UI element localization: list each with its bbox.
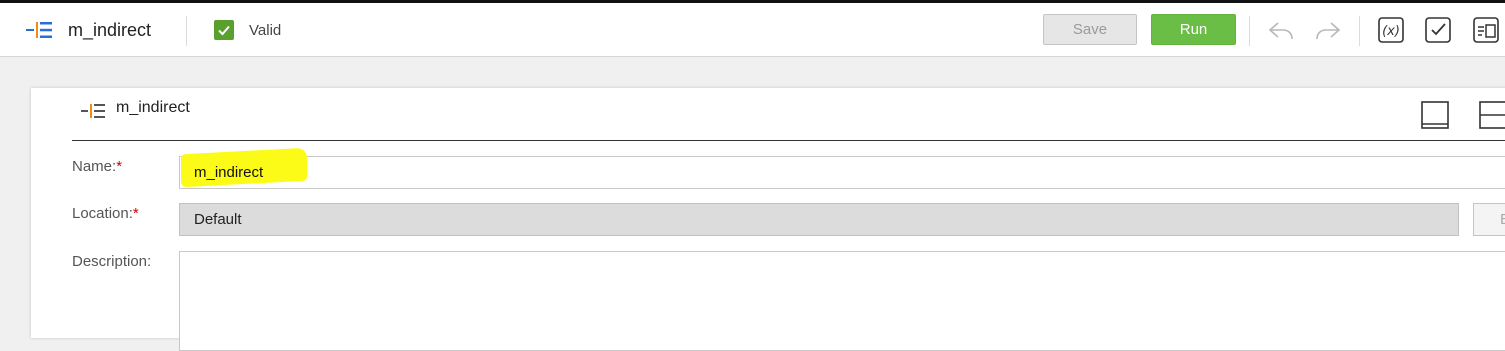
validation-status: Valid [249,22,282,39]
panel-layout-split-icon[interactable] [1478,100,1505,130]
browse-button[interactable]: B [1473,203,1505,236]
toolbar: m_indirect Valid Save Run (x) [0,3,1505,57]
run-button[interactable]: Run [1151,14,1236,45]
panel-divider [72,140,1505,141]
save-button[interactable]: Save [1043,14,1137,45]
description-label: Description: [72,253,152,270]
valid-check-icon [214,20,234,40]
redo-icon[interactable] [1313,15,1343,45]
expression-icon[interactable]: (x) [1376,15,1406,45]
mapping-icon [26,22,52,38]
name-field-value: m_indirect [194,164,264,181]
toolbar-divider [1359,16,1360,46]
panel-layout-bottom-icon[interactable] [1420,100,1450,130]
location-field: Default [179,203,1459,236]
required-marker: * [132,205,139,222]
description-field[interactable] [179,251,1505,351]
location-label: Location:* [72,205,139,222]
toolbar-divider [1249,16,1250,46]
validate-icon[interactable] [1423,15,1453,45]
panel-title: m_indirect [116,99,190,116]
required-marker: * [116,158,123,175]
undo-icon[interactable] [1266,15,1296,45]
toolbar-divider [186,16,187,46]
name-field[interactable] [179,156,1505,189]
mapping-icon [81,104,105,118]
mapping-title: m_indirect [68,20,152,40]
svg-text:(x): (x) [1382,24,1400,39]
parameters-icon[interactable] [1471,15,1501,45]
name-label: Name:* [72,158,123,175]
